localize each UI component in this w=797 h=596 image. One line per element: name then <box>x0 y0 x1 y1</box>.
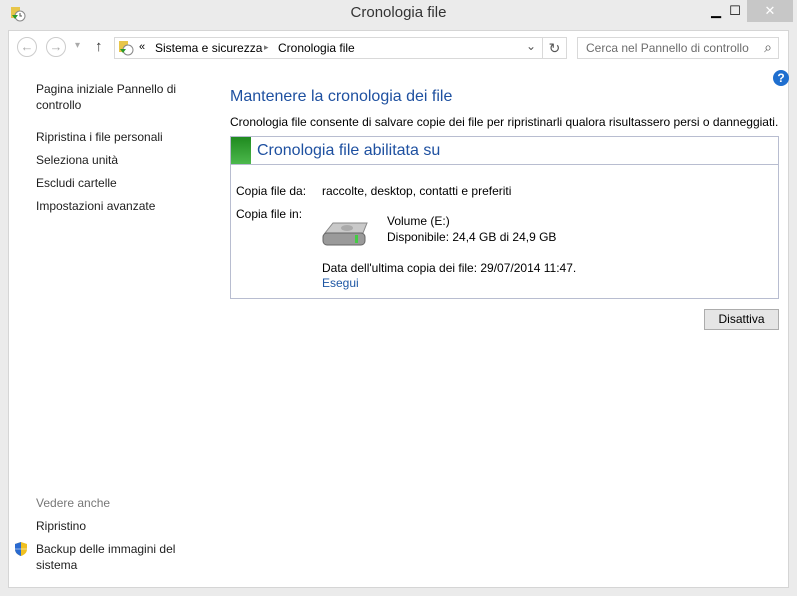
breadcrumb-cronologia-file[interactable]: Cronologia file <box>278 41 355 55</box>
copy-to-label: Copia file in: <box>236 207 303 221</box>
up-button[interactable]: ↑ <box>95 38 103 55</box>
search-input[interactable]: Cerca nel Pannello di controllo ⌕ <box>577 37 779 59</box>
drive-icon <box>321 219 371 252</box>
see-also-recovery[interactable]: Ripristino <box>36 518 86 534</box>
run-now-link[interactable]: Esegui <box>322 276 359 290</box>
recent-dropdown[interactable]: ▾ <box>75 40 80 51</box>
status-title: Cronologia file abilitata su <box>257 142 441 159</box>
see-also-system-image-backup[interactable]: Backup delle immagini del sistema <box>36 541 186 573</box>
close-button[interactable]: ✕ <box>747 0 793 22</box>
last-copy: Data dell'ultima copia dei file: 29/07/2… <box>322 261 577 275</box>
drive-name: Volume (E:) <box>387 214 450 228</box>
status-color-bar <box>231 137 251 164</box>
copy-from-label: Copia file da: <box>236 184 307 198</box>
breadcrumb-chevron-icon[interactable]: ▸ <box>264 42 269 53</box>
back-button[interactable]: ← <box>17 37 37 57</box>
breadcrumb-sistema-sicurezza[interactable]: Sistema e sicurezza <box>155 41 262 55</box>
search-placeholder: Cerca nel Pannello di controllo <box>586 41 749 55</box>
maximize-button[interactable]: ☐ <box>725 0 745 22</box>
address-bar[interactable]: « Sistema e sicurezza ▸ Cronologia file … <box>114 37 543 59</box>
refresh-button[interactable]: ↻ <box>542 37 567 59</box>
drive-space: Disponibile: 24,4 GB di 24,9 GB <box>387 230 557 244</box>
address-dropdown-icon[interactable]: ⌄ <box>526 39 536 53</box>
see-also-heading: Vedere anche <box>36 496 111 510</box>
sidebar-item-advanced[interactable]: Impostazioni avanzate <box>36 198 155 214</box>
sidebar-item-select-drive[interactable]: Seleziona unità <box>36 152 118 168</box>
page-title: Mantenere la cronologia dei file <box>230 88 453 105</box>
copy-from-value: raccolte, desktop, contatti e preferiti <box>322 184 512 198</box>
sidebar-item-exclude[interactable]: Escludi cartelle <box>36 175 117 191</box>
breadcrumb-overflow[interactable]: « <box>139 41 145 53</box>
forward-button[interactable]: → <box>46 37 66 57</box>
window-title: Cronologia file <box>350 4 447 21</box>
page-description: Cronologia file consente di salvare copi… <box>230 115 779 129</box>
sidebar-item-restore[interactable]: Ripristina i file personali <box>36 129 163 145</box>
shield-icon <box>13 541 29 560</box>
search-icon[interactable]: ⌕ <box>764 39 772 56</box>
disable-button[interactable]: Disattiva <box>704 309 779 330</box>
folder-history-icon <box>118 40 134 59</box>
help-icon[interactable]: ? <box>773 70 789 86</box>
status-panel: Cronologia file abilitata su Copia file … <box>230 136 779 299</box>
sidebar-item-home[interactable]: Pagina iniziale Pannello di controllo <box>36 81 186 113</box>
window-client <box>8 30 789 588</box>
